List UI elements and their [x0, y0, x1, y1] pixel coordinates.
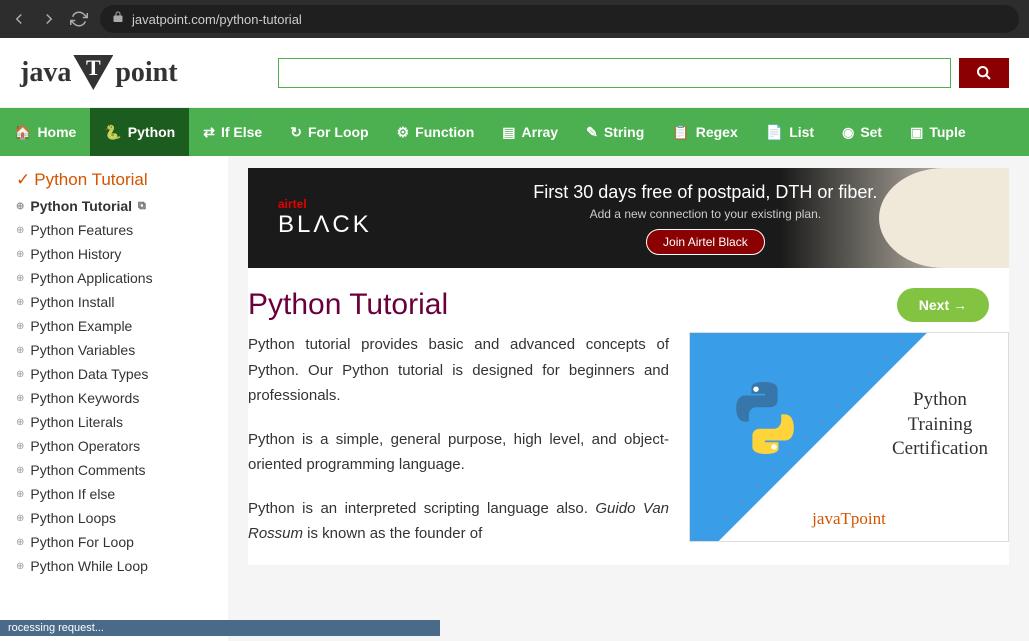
set-icon: ◉	[842, 124, 854, 141]
nav-forloop[interactable]: ↻For Loop	[276, 108, 382, 156]
python-logo-icon	[720, 373, 810, 463]
sidebar-item[interactable]: ⊕Python For Loop	[6, 530, 228, 554]
bullet-icon: ⊕	[16, 417, 24, 428]
site-header: java T point	[0, 38, 1029, 108]
nav-home[interactable]: 🏠Home	[0, 108, 90, 156]
bullet-icon: ⊕	[16, 201, 24, 212]
search-container	[278, 58, 1009, 88]
sidebar-item[interactable]: ⊕Python Literals	[6, 410, 228, 434]
bullet-icon: ⊕	[16, 393, 24, 404]
bullet-icon: ⊕	[16, 369, 24, 380]
page-title: Python Tutorial	[248, 288, 448, 322]
string-icon: ✎	[586, 124, 598, 141]
main-container: ✓ Python Tutorial ⊕Python Tutorial ⧉⊕Pyt…	[0, 156, 1029, 641]
nav-regex[interactable]: 📋Regex	[658, 108, 751, 156]
sidebar-item[interactable]: ⊕Python Variables	[6, 338, 228, 362]
sidebar-item[interactable]: ⊕Python Operators	[6, 434, 228, 458]
bullet-icon: ⊕	[16, 513, 24, 524]
nav-array[interactable]: ▤Array	[488, 108, 572, 156]
sidebar-item[interactable]: ⊕Python Comments	[6, 458, 228, 482]
sidebar-item[interactable]: ⊕Python Example	[6, 314, 228, 338]
sidebar-item[interactable]: ⊕Python Applications	[6, 266, 228, 290]
next-button[interactable]: Next →	[897, 288, 989, 322]
sidebar-item[interactable]: ⊕Python Install	[6, 290, 228, 314]
regex-icon: 📋	[672, 124, 689, 141]
python-icon: 🐍	[104, 124, 121, 141]
search-button[interactable]	[959, 58, 1009, 88]
logo-t-icon: T	[73, 55, 113, 90]
sidebar-item[interactable]: ⊕Python Loops	[6, 506, 228, 530]
sidebar-item[interactable]: ⊕Python While Loop	[6, 554, 228, 578]
ad-image	[879, 168, 1009, 268]
list-icon: 📄	[766, 124, 783, 141]
tuple-icon: ▣	[910, 124, 923, 141]
bullet-icon: ⊕	[16, 345, 24, 356]
browser-chrome: javatpoint.com/python-tutorial	[0, 0, 1029, 38]
bullet-icon: ⊕	[16, 465, 24, 476]
bullet-icon: ⊕	[16, 321, 24, 332]
ad-brand-bottom: BLΛCK	[278, 211, 372, 239]
ad-brand-top: airtel	[278, 197, 372, 211]
sidebar-item[interactable]: ⊕Python Tutorial ⧉	[6, 194, 228, 218]
body-row: Python tutorial provides basic and advan…	[248, 332, 1009, 565]
sidebar: ✓ Python Tutorial ⊕Python Tutorial ⧉⊕Pyt…	[0, 156, 228, 641]
back-button[interactable]	[10, 10, 28, 28]
cert-brand: javaTpoint	[812, 509, 886, 529]
sidebar-item[interactable]: ⊕Python Keywords	[6, 386, 228, 410]
bullet-icon: ⊕	[16, 561, 24, 572]
nav-function[interactable]: ⚙Function	[383, 108, 489, 156]
home-icon: 🏠	[14, 124, 31, 141]
cert-card[interactable]: Python Training Certification javaTpoint	[689, 332, 1009, 542]
nav-tuple[interactable]: ▣Tuple	[896, 108, 980, 156]
bullet-icon: ⊕	[16, 537, 24, 548]
body-text: Python tutorial provides basic and advan…	[248, 332, 669, 565]
nav-list[interactable]: 📄List	[752, 108, 828, 156]
reload-button[interactable]	[70, 10, 88, 28]
sidebar-item[interactable]: ⊕Python History	[6, 242, 228, 266]
ad-cta-button[interactable]: Join Airtel Black	[646, 229, 765, 255]
nav-string[interactable]: ✎String	[572, 108, 658, 156]
search-icon	[976, 65, 992, 81]
sidebar-item[interactable]: ⊕Python If else	[6, 482, 228, 506]
nav-python[interactable]: 🐍Python	[90, 108, 189, 156]
bullet-icon: ⊕	[16, 249, 24, 260]
ad-logo: airtel BLΛCK	[278, 197, 372, 239]
loop-icon: ↻	[290, 124, 302, 141]
external-icon: ⧉	[138, 200, 146, 213]
bullet-icon: ⊕	[16, 441, 24, 452]
search-input[interactable]	[278, 58, 951, 88]
ad-banner[interactable]: airtel BLΛCK First 30 days free of postp…	[248, 168, 1009, 268]
lock-icon	[112, 10, 124, 28]
paragraph-1: Python tutorial provides basic and advan…	[248, 332, 669, 409]
branch-icon: ⇄	[203, 124, 215, 141]
url-text: javatpoint.com/python-tutorial	[132, 12, 302, 27]
array-icon: ▤	[502, 124, 515, 141]
fn-icon: ⚙	[397, 124, 410, 141]
bullet-icon: ⊕	[16, 273, 24, 284]
check-icon: ✓	[16, 170, 30, 190]
bullet-icon: ⊕	[16, 489, 24, 500]
status-bar: rocessing request...	[0, 620, 440, 636]
paragraph-3: Python is an interpreted scripting langu…	[248, 496, 669, 547]
sidebar-item[interactable]: ⊕Python Features	[6, 218, 228, 242]
title-row: Python Tutorial Next →	[248, 268, 1009, 332]
paragraph-2: Python is a simple, general purpose, hig…	[248, 427, 669, 478]
content-area: airtel BLΛCK First 30 days free of postp…	[228, 156, 1029, 641]
nav-ifelse[interactable]: ⇄If Else	[189, 108, 276, 156]
nav-set[interactable]: ◉Set	[828, 108, 896, 156]
bullet-icon: ⊕	[16, 297, 24, 308]
sidebar-item[interactable]: ⊕Python Data Types	[6, 362, 228, 386]
sidebar-header: ✓ Python Tutorial	[6, 166, 228, 194]
site-logo[interactable]: java T point	[20, 55, 178, 90]
bullet-icon: ⊕	[16, 225, 24, 236]
cert-text: Python Training Certification	[892, 388, 988, 462]
forward-button[interactable]	[40, 10, 58, 28]
url-bar[interactable]: javatpoint.com/python-tutorial	[100, 5, 1019, 33]
main-nav: 🏠Home 🐍Python ⇄If Else ↻For Loop ⚙Functi…	[0, 108, 1029, 156]
